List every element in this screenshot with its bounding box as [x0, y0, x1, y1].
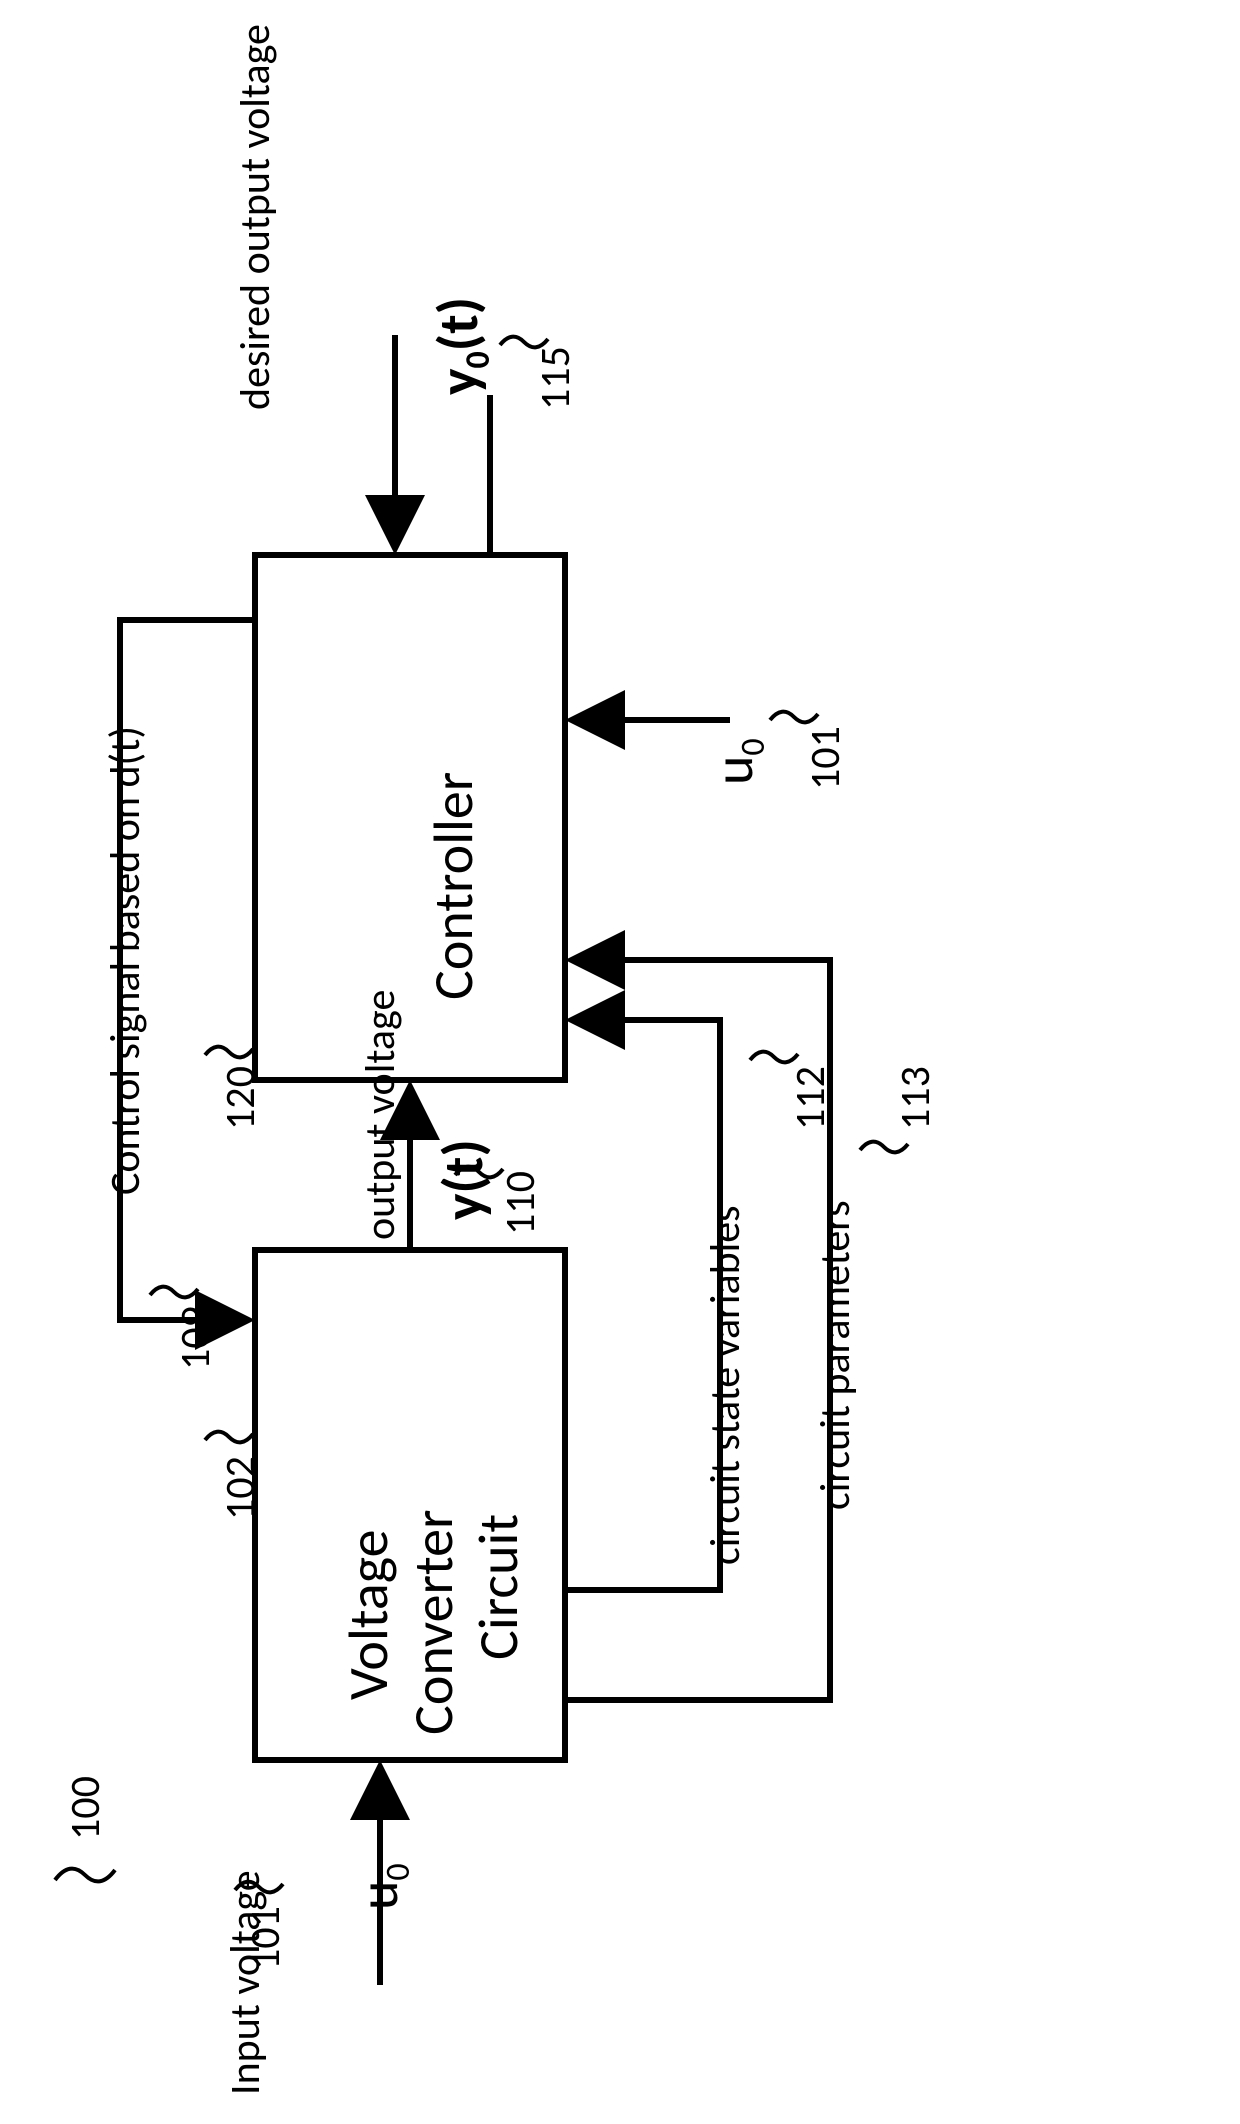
symbol-u0-controller: u0: [700, 738, 774, 785]
block-diagram: 100 Input voltage u0 101 Voltage Convert…: [0, 0, 1240, 2124]
ref-101-controller: 101: [800, 726, 851, 790]
ref-112: 112: [785, 1066, 836, 1130]
y0-sub: 0: [458, 351, 499, 368]
label-circuit-parameters: circuit parameters: [810, 1200, 861, 1510]
label-controller: Controller: [420, 772, 488, 1000]
label-output-voltage: output voltage: [355, 990, 406, 1240]
u0c-sub: 0: [733, 738, 774, 755]
label-converter: Converter: [400, 1509, 468, 1735]
symbol-y0t: y0(t): [425, 297, 499, 395]
ref-109: 109: [170, 1306, 221, 1370]
u0-base: u: [345, 1881, 413, 1910]
u0-sub: 0: [378, 1863, 419, 1880]
ref-113: 113: [890, 1066, 941, 1130]
ref-110: 110: [495, 1171, 546, 1235]
ref-101-input: 101: [240, 1906, 291, 1970]
ref-120: 120: [215, 1066, 266, 1130]
ref-102: 102: [215, 1456, 266, 1520]
label-control-signal: Control signal based on d(t): [100, 726, 151, 1195]
label-desired-output: desired output voltage: [230, 24, 281, 410]
label-circuit: Circuit: [465, 1514, 533, 1660]
symbol-u0-input: u0: [345, 1863, 419, 1910]
diagram-svg-main: [0, 0, 1240, 2124]
y0-base: y: [425, 368, 493, 395]
u0c-base: u: [700, 756, 768, 785]
ref-100: 100: [60, 1776, 111, 1840]
ref-115: 115: [530, 346, 581, 410]
y0-suffix: (t): [425, 297, 493, 351]
label-input-voltage: Input voltage: [220, 1870, 271, 2095]
symbol-yt: y(t): [430, 1139, 498, 1220]
label-state-variables: circuit state variables: [700, 1205, 751, 1565]
label-voltage: Voltage: [335, 1530, 403, 1700]
